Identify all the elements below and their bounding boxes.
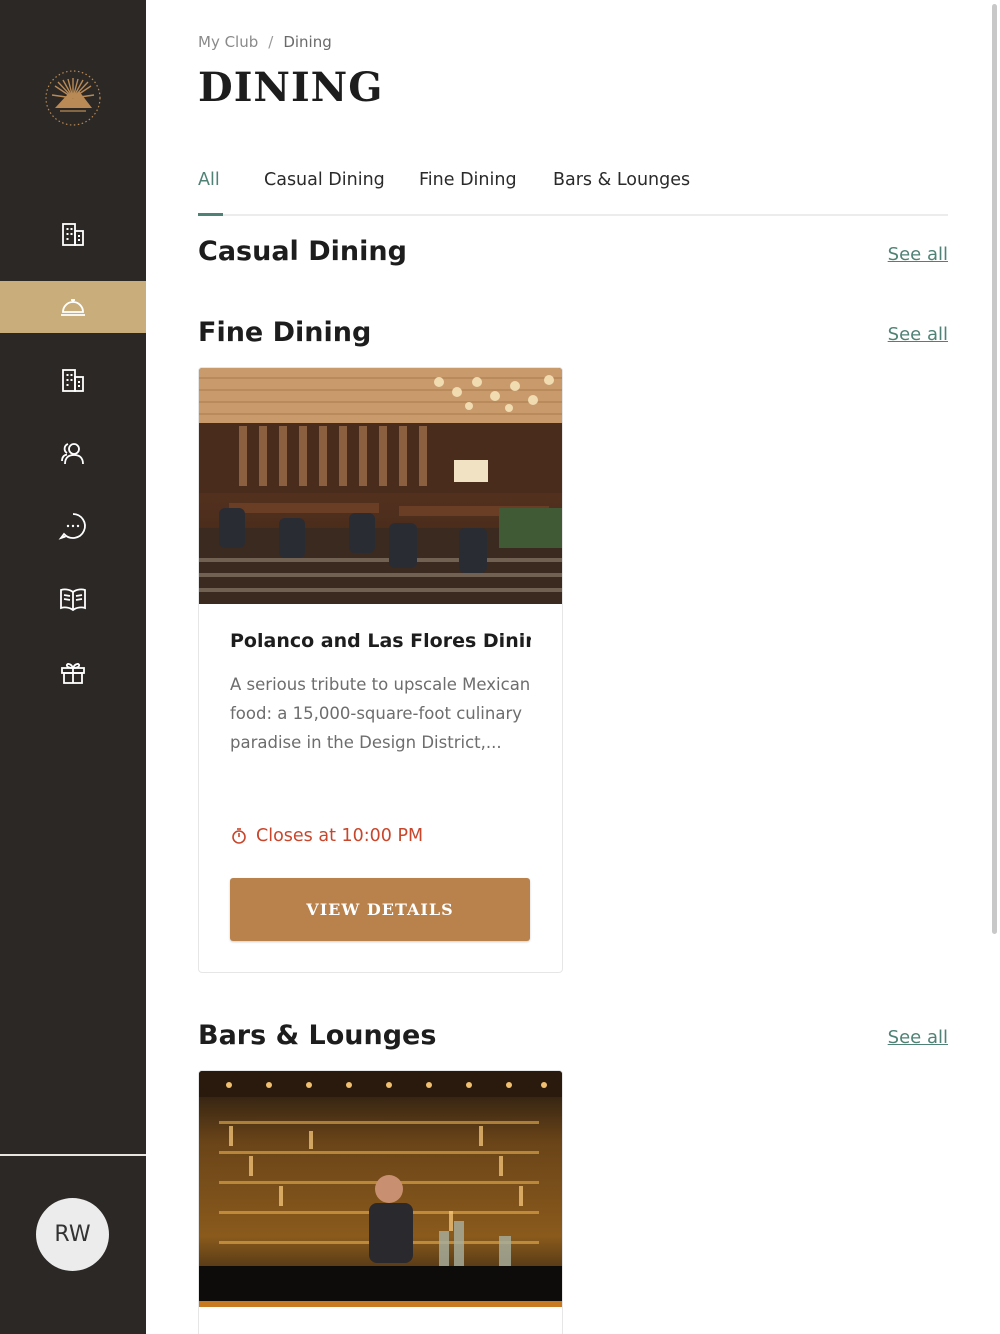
nav-item-members[interactable] bbox=[0, 427, 146, 479]
nav-item-messages[interactable] bbox=[0, 500, 146, 552]
opening-status-text: Closes at 10:00 PM bbox=[256, 826, 424, 846]
main-content: My Club / Dining DINING All Casual Dinin… bbox=[146, 0, 1000, 1334]
restaurant-name: Polanco and Las Flores Dining Room bbox=[230, 630, 531, 652]
nav-item-rewards[interactable] bbox=[0, 646, 146, 698]
gift-icon bbox=[61, 663, 85, 684]
nav-item-facilities[interactable] bbox=[0, 354, 146, 406]
bar-card[interactable] bbox=[198, 1070, 563, 1334]
nav-item-properties[interactable] bbox=[0, 208, 146, 260]
members-icon bbox=[61, 443, 84, 465]
tab-casual-dining[interactable]: Casual Dining bbox=[264, 170, 385, 190]
see-all-bars-lounges[interactable]: See all bbox=[888, 1027, 948, 1048]
sidebar-divider bbox=[0, 1154, 146, 1156]
category-tabs: All Casual Dining Fine Dining Bars & Lou… bbox=[198, 168, 948, 216]
chat-icon bbox=[58, 513, 86, 540]
scrollbar[interactable] bbox=[992, 4, 997, 934]
nav-item-dining[interactable] bbox=[0, 281, 146, 333]
breadcrumb-root[interactable]: My Club bbox=[198, 33, 258, 51]
bar-photo bbox=[199, 1071, 562, 1307]
nav-item-guides[interactable] bbox=[0, 573, 146, 625]
avatar[interactable]: RW bbox=[36, 1198, 109, 1271]
restaurant-photo bbox=[199, 368, 562, 604]
opening-status: Closes at 10:00 PM bbox=[230, 826, 423, 846]
timer-icon bbox=[232, 828, 246, 844]
tab-bars-lounges[interactable]: Bars & Lounges bbox=[553, 170, 690, 190]
tab-all[interactable]: All bbox=[198, 170, 220, 190]
page-title: DINING bbox=[198, 64, 384, 111]
see-all-casual-dining[interactable]: See all bbox=[888, 244, 948, 265]
restaurant-description: A serious tribute to upscale Mexican foo… bbox=[230, 675, 531, 752]
see-all-fine-dining[interactable]: See all bbox=[888, 324, 948, 345]
breadcrumb: My Club / Dining bbox=[198, 33, 332, 51]
breadcrumb-separator: / bbox=[268, 33, 274, 51]
building-icon bbox=[62, 223, 84, 246]
dining-cloche-icon bbox=[61, 299, 85, 316]
active-tab-indicator bbox=[198, 213, 223, 216]
restaurant-card[interactable]: Polanco and Las Flores Dining Room A ser… bbox=[198, 367, 563, 973]
section-title-fine-dining: Fine Dining bbox=[198, 317, 372, 348]
building-icon bbox=[62, 369, 84, 392]
tab-fine-dining[interactable]: Fine Dining bbox=[419, 170, 517, 190]
club-logo[interactable] bbox=[38, 68, 108, 130]
section-title-bars-lounges: Bars & Lounges bbox=[198, 1020, 437, 1051]
section-title-casual-dining: Casual Dining bbox=[198, 236, 407, 267]
sidebar: RW bbox=[0, 0, 146, 1334]
book-icon bbox=[60, 588, 86, 612]
view-details-button[interactable]: VIEW DETAILS bbox=[230, 878, 530, 941]
breadcrumb-current: Dining bbox=[283, 33, 332, 51]
